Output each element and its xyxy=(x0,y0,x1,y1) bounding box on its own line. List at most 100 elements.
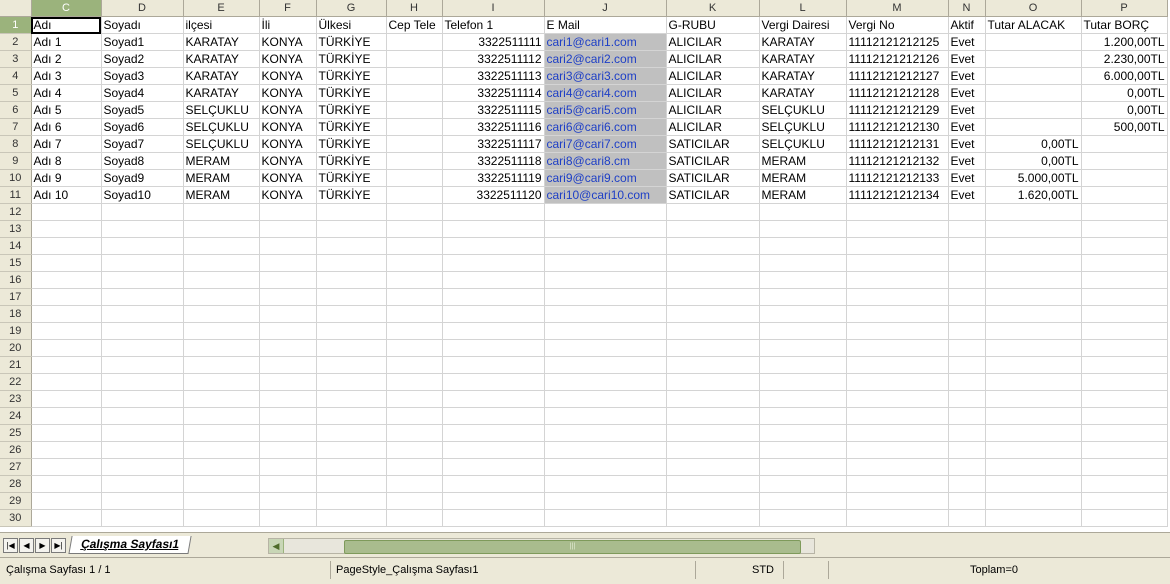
cell-j19[interactable] xyxy=(544,322,667,340)
row-header-30[interactable]: 30 xyxy=(0,509,32,527)
cell-h24[interactable] xyxy=(386,407,443,425)
cell-l7[interactable]: SELÇUKLU xyxy=(759,118,847,136)
column-header-d[interactable]: D xyxy=(101,0,184,17)
cell-d14[interactable] xyxy=(101,237,184,255)
cell-f3[interactable]: KONYA xyxy=(259,50,317,68)
cell-k4[interactable]: ALICILAR xyxy=(666,67,760,85)
cell-f21[interactable] xyxy=(259,356,317,374)
cell-g30[interactable] xyxy=(316,509,387,527)
cell-j30[interactable] xyxy=(544,509,667,527)
cell-d15[interactable] xyxy=(101,254,184,272)
cell-l30[interactable] xyxy=(759,509,847,527)
cell-j29[interactable] xyxy=(544,492,667,510)
cell-k15[interactable] xyxy=(666,254,760,272)
cell-l17[interactable] xyxy=(759,288,847,306)
cell-m25[interactable] xyxy=(846,424,949,442)
cell-g20[interactable] xyxy=(316,339,387,357)
cell-p2[interactable]: 1.200,00TL xyxy=(1081,33,1168,51)
cell-d5[interactable]: Soyad4 xyxy=(101,84,184,102)
cell-m27[interactable] xyxy=(846,458,949,476)
cell-g16[interactable] xyxy=(316,271,387,289)
cell-d21[interactable] xyxy=(101,356,184,374)
cell-n27[interactable] xyxy=(948,458,986,476)
cell-o15[interactable] xyxy=(985,254,1082,272)
cell-p28[interactable] xyxy=(1081,475,1168,493)
cell-f23[interactable] xyxy=(259,390,317,408)
cell-i28[interactable] xyxy=(442,475,545,493)
cell-m29[interactable] xyxy=(846,492,949,510)
cell-k18[interactable] xyxy=(666,305,760,323)
cell-d20[interactable] xyxy=(101,339,184,357)
cell-l12[interactable] xyxy=(759,203,847,221)
cell-c30[interactable] xyxy=(31,509,102,527)
cell-j8[interactable]: cari7@cari7.com xyxy=(544,135,667,153)
cell-j28[interactable] xyxy=(544,475,667,493)
column-header-k[interactable]: K xyxy=(666,0,760,17)
cell-c18[interactable] xyxy=(31,305,102,323)
cell-h1[interactable]: Cep Tele xyxy=(386,16,443,34)
row-header-15[interactable]: 15 xyxy=(0,254,32,272)
cell-g11[interactable]: TÜRKİYE xyxy=(316,186,387,204)
cell-n3[interactable]: Evet xyxy=(948,50,986,68)
cell-i3[interactable]: 3322511112 xyxy=(442,50,545,68)
cell-h29[interactable] xyxy=(386,492,443,510)
cell-c3[interactable]: Adı 2 xyxy=(31,50,102,68)
cell-k26[interactable] xyxy=(666,441,760,459)
cell-e23[interactable] xyxy=(183,390,260,408)
column-header-e[interactable]: E xyxy=(183,0,260,17)
cell-c11[interactable]: Adı 10 xyxy=(31,186,102,204)
cell-f11[interactable]: KONYA xyxy=(259,186,317,204)
cell-n5[interactable]: Evet xyxy=(948,84,986,102)
cell-i23[interactable] xyxy=(442,390,545,408)
column-header-o[interactable]: O xyxy=(985,0,1082,17)
cell-f14[interactable] xyxy=(259,237,317,255)
cell-f8[interactable]: KONYA xyxy=(259,135,317,153)
cell-g4[interactable]: TÜRKİYE xyxy=(316,67,387,85)
cell-m6[interactable]: 11112121212129 xyxy=(846,101,949,119)
cell-p7[interactable]: 500,00TL xyxy=(1081,118,1168,136)
cell-p17[interactable] xyxy=(1081,288,1168,306)
cell-i22[interactable] xyxy=(442,373,545,391)
cell-j15[interactable] xyxy=(544,254,667,272)
cell-k9[interactable]: SATICILAR xyxy=(666,152,760,170)
cell-h30[interactable] xyxy=(386,509,443,527)
cell-j21[interactable] xyxy=(544,356,667,374)
cell-p14[interactable] xyxy=(1081,237,1168,255)
cell-o8[interactable]: 0,00TL xyxy=(985,135,1082,153)
cell-e10[interactable]: MERAM xyxy=(183,169,260,187)
cell-i7[interactable]: 3322511116 xyxy=(442,118,545,136)
cell-f4[interactable]: KONYA xyxy=(259,67,317,85)
cell-o12[interactable] xyxy=(985,203,1082,221)
cell-k22[interactable] xyxy=(666,373,760,391)
cell-l4[interactable]: KARATAY xyxy=(759,67,847,85)
cell-g25[interactable] xyxy=(316,424,387,442)
cell-h15[interactable] xyxy=(386,254,443,272)
cell-n11[interactable]: Evet xyxy=(948,186,986,204)
cell-f26[interactable] xyxy=(259,441,317,459)
cell-m11[interactable]: 11112121212134 xyxy=(846,186,949,204)
cell-c2[interactable]: Adı 1 xyxy=(31,33,102,51)
cell-m22[interactable] xyxy=(846,373,949,391)
cell-m1[interactable]: Vergi No xyxy=(846,16,949,34)
cell-e16[interactable] xyxy=(183,271,260,289)
cell-j23[interactable] xyxy=(544,390,667,408)
cell-d30[interactable] xyxy=(101,509,184,527)
cell-g23[interactable] xyxy=(316,390,387,408)
cell-k21[interactable] xyxy=(666,356,760,374)
cell-j16[interactable] xyxy=(544,271,667,289)
cell-l8[interactable]: SELÇUKLU xyxy=(759,135,847,153)
column-header-g[interactable]: G xyxy=(316,0,387,17)
row-header-5[interactable]: 5 xyxy=(0,84,32,102)
cell-g22[interactable] xyxy=(316,373,387,391)
cell-i2[interactable]: 3322511111 xyxy=(442,33,545,51)
cell-d1[interactable]: Soyadı xyxy=(101,16,184,34)
cell-n15[interactable] xyxy=(948,254,986,272)
cell-g9[interactable]: TÜRKİYE xyxy=(316,152,387,170)
cell-o7[interactable] xyxy=(985,118,1082,136)
cell-p26[interactable] xyxy=(1081,441,1168,459)
cell-g27[interactable] xyxy=(316,458,387,476)
cell-l24[interactable] xyxy=(759,407,847,425)
cell-k6[interactable]: ALICILAR xyxy=(666,101,760,119)
cell-j6[interactable]: cari5@cari5.com xyxy=(544,101,667,119)
cell-e30[interactable] xyxy=(183,509,260,527)
